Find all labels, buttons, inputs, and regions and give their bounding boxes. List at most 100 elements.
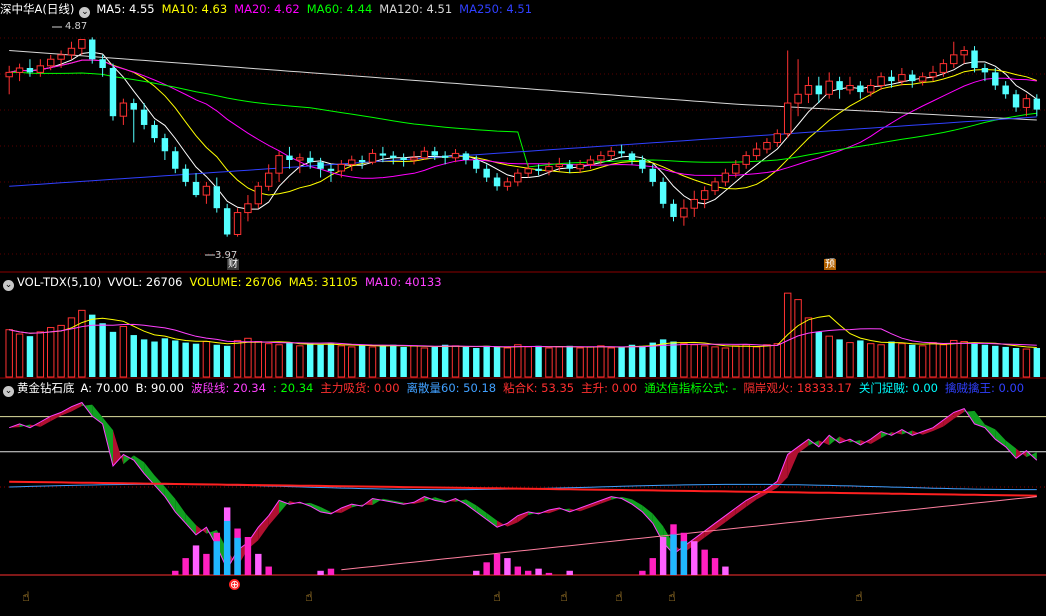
- volume-bar: [286, 342, 293, 377]
- band-ribbon: [715, 515, 726, 530]
- vol-ma5-value: MA5: 31105: [288, 275, 358, 289]
- hand-signal-icon: ☝: [855, 590, 863, 605]
- volume-bar: [535, 345, 542, 377]
- indicator-legend-item: 波段线: 20.34: [190, 381, 266, 395]
- volume-bar: [721, 347, 730, 378]
- volume-bar: [327, 343, 335, 377]
- volume-bar: [960, 341, 968, 378]
- volume-bar: [649, 342, 656, 377]
- volume-bar: [794, 299, 802, 378]
- candle-body: [379, 153, 387, 156]
- forecast-marker[interactable]: 预: [824, 259, 836, 270]
- band-ribbon: [1005, 440, 1017, 459]
- candle-body: [15, 67, 24, 73]
- bottom-histogram-bar: [265, 566, 272, 575]
- volume-bar: [89, 314, 96, 377]
- bottom-histogram-bar: [659, 536, 667, 575]
- hand-signal-icon: ☝: [560, 590, 568, 605]
- candle-body: [960, 49, 968, 56]
- candle-body: [742, 155, 750, 165]
- ma-legend: MA5: 4.55 MA10: 4.63 MA20: 4.62 MA60: 4.44 M…: [96, 2, 539, 16]
- volume-bar: [846, 342, 854, 378]
- indicator-chart[interactable]: [0, 379, 1046, 616]
- volume-bar: [929, 342, 937, 378]
- band-ribbon: [341, 504, 352, 513]
- price-chart[interactable]: [0, 0, 1046, 273]
- candle-body: [939, 63, 948, 73]
- candle-body: [431, 151, 438, 156]
- candle-body: [400, 157, 407, 160]
- volume-bar: [981, 344, 989, 377]
- ma-legend-item: MA120: 4.51: [379, 2, 453, 16]
- ma-legend-item: MA5: 4.55: [96, 2, 155, 16]
- indicator-legend-item: : 20.34: [272, 381, 314, 395]
- bottom-histogram-bar: [255, 553, 262, 575]
- high-price-label: 4.87: [65, 21, 88, 32]
- volume-bar: [700, 345, 709, 378]
- volume-bar: [1033, 347, 1041, 377]
- bottom-histogram-bar: [566, 570, 573, 575]
- volume-bar: [296, 345, 304, 378]
- candle-body: [223, 208, 231, 235]
- volume-bar: [857, 340, 864, 377]
- volume-bar: [971, 343, 978, 377]
- price-panel[interactable]: 深中华A(日线) ⌄ MA5: 4.55 MA10: 4.63 MA20: 4.62 MA…: [0, 0, 1046, 273]
- volume-bar: [909, 344, 916, 377]
- indicator-panel[interactable]: ⌄ 黄金钻石底 A: 70.00 B: 90.00 波段线: 20.34: 20.34 主…: [0, 379, 1046, 616]
- candle-body: [836, 81, 843, 90]
- volume-bar: [275, 344, 283, 378]
- volume-bar: [182, 342, 189, 377]
- ma60-line: [9, 71, 1037, 168]
- candle-body: [89, 39, 96, 60]
- volume-bar: [264, 343, 273, 378]
- candle-body: [514, 172, 522, 183]
- volume-bar: [119, 325, 128, 378]
- volume-bar: [867, 343, 875, 378]
- ma-legend-item: MA20: 4.62: [234, 2, 300, 16]
- rising-line: [341, 496, 1037, 571]
- volume-bar: [877, 344, 885, 378]
- indicator-legend-item: 通达信指标公式: -: [644, 381, 737, 395]
- volume-bar: [732, 345, 740, 378]
- band-ribbon: [974, 410, 985, 428]
- stock-title[interactable]: 深中华A(日线): [0, 2, 74, 16]
- candle-body: [576, 163, 584, 170]
- volume-panel[interactable]: ⌄ VOL-TDX(5,10) VVOL: 26706 VOLUME: 26706 MA…: [0, 273, 1046, 379]
- candle-body: [213, 186, 221, 209]
- indicator-legend-item: A: 70.00: [80, 381, 129, 395]
- volume-bar: [483, 345, 490, 377]
- candle-body: [451, 152, 460, 159]
- volume-bar: [503, 347, 512, 378]
- band-ribbon: [175, 498, 186, 524]
- bottom-histogram-bar: [701, 549, 708, 575]
- chevron-down-icon[interactable]: ⌄: [79, 7, 91, 18]
- volume-bar: [950, 339, 958, 378]
- bottom-histogram-bar: [649, 558, 656, 575]
- chevron-down-icon[interactable]: ⌄: [3, 386, 14, 397]
- candle-body: [618, 151, 625, 154]
- bottom-histogram-bar: [504, 558, 511, 575]
- candle-body: [109, 68, 117, 117]
- band-ribbon: [154, 475, 165, 497]
- candle-body: [607, 150, 615, 157]
- finance-marker[interactable]: 财: [227, 259, 239, 270]
- diamond-bottom-bar: [670, 534, 677, 575]
- volume-bar: [939, 344, 948, 378]
- candle-body: [825, 80, 833, 95]
- candle-body: [192, 181, 200, 196]
- volume-bar: [213, 344, 221, 377]
- volume-bar: [545, 347, 553, 378]
- candle-body: [783, 102, 792, 135]
- indicator-header: ⌄ 黄金钻石底 A: 70.00 B: 90.00 波段线: 20.34: 20.34 主…: [0, 379, 1046, 397]
- bottom-histogram-bar: [545, 572, 553, 575]
- volume-header: ⌄ VOL-TDX(5,10) VVOL: 26706 VOLUME: 26706 MA…: [0, 273, 1046, 291]
- ma-legend-item: MA10: 4.63: [161, 2, 228, 16]
- ma250-line: [9, 116, 1037, 187]
- candle-body: [721, 172, 730, 183]
- volume-bar: [1002, 346, 1009, 377]
- candle-body: [264, 172, 273, 187]
- candle-body: [78, 39, 86, 49]
- band-ribbon: [642, 505, 653, 524]
- chevron-down-icon[interactable]: ⌄: [3, 280, 14, 291]
- bottom-histogram-bar: [327, 568, 335, 575]
